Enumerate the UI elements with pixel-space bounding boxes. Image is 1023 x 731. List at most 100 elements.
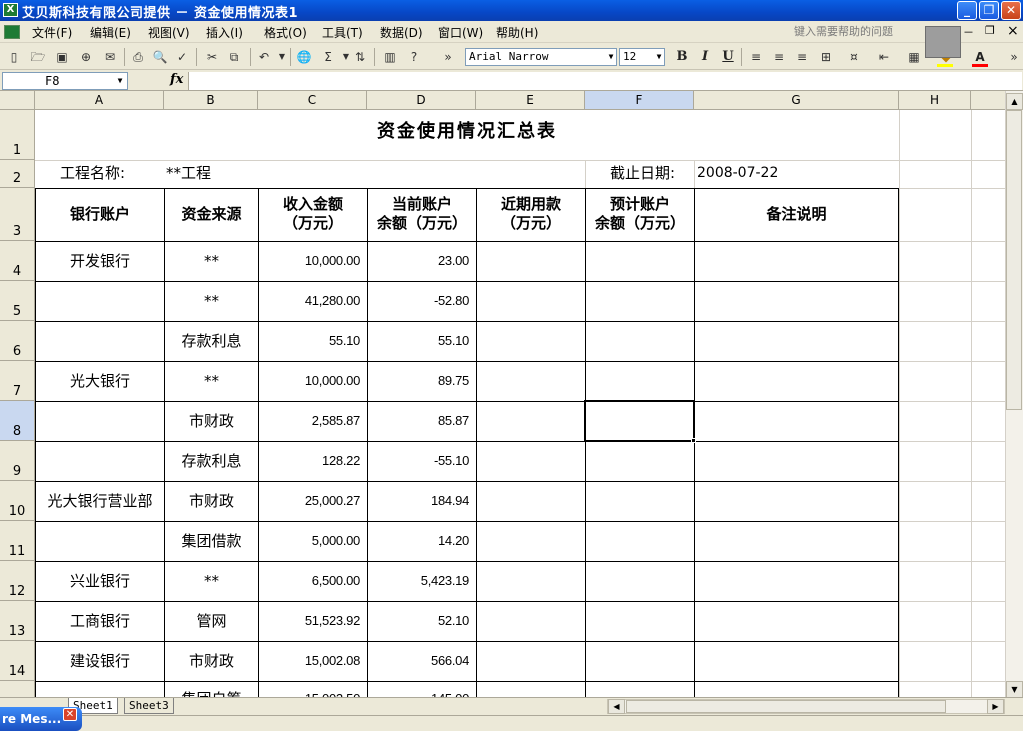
toolbar-more-icon[interactable]: »	[1006, 49, 1022, 65]
row-header-10[interactable]: 10	[0, 481, 35, 521]
name-box[interactable]: F8 ▼	[2, 72, 128, 90]
menu-window[interactable]: 窗口(W)	[438, 24, 483, 41]
font-size-select[interactable]: 12 ▼	[619, 48, 665, 66]
cell-balance[interactable]: 23.00	[368, 251, 469, 271]
help-search-input[interactable]: 键入需要帮助的问题	[791, 23, 911, 40]
cell-balance[interactable]: 14.20	[368, 531, 469, 551]
cell-source[interactable]: 市财政	[165, 491, 258, 511]
align-left-icon[interactable]: ≡	[748, 49, 764, 65]
sort-ascending-icon[interactable]: ⇅	[352, 49, 368, 65]
spelling-icon[interactable]: ✓	[174, 49, 190, 65]
cell-balance[interactable]: -52.80	[368, 291, 469, 311]
excel-app-icon[interactable]: X	[3, 3, 18, 17]
cell-source[interactable]: 市财政	[165, 651, 258, 671]
row-header-4[interactable]: 4	[0, 241, 35, 281]
fill-handle[interactable]	[691, 438, 696, 443]
undo-icon[interactable]: ↶	[256, 49, 272, 65]
tab-sheet3[interactable]: Sheet3	[124, 698, 174, 714]
menu-view[interactable]: 视图(V)	[148, 24, 190, 41]
cell-balance[interactable]: 52.10	[368, 611, 469, 631]
cell-source[interactable]: 市财政	[165, 411, 258, 431]
cell-income[interactable]: 10,000.00	[259, 251, 360, 271]
font-color-icon[interactable]: A	[972, 49, 988, 65]
autosum-icon[interactable]: Σ	[320, 49, 336, 65]
cell-source[interactable]: **	[165, 251, 258, 271]
row-header-2[interactable]: 2	[0, 160, 35, 188]
doc-close-button[interactable]: ×	[1007, 23, 1019, 39]
toolbar-more-icon[interactable]: »	[440, 49, 456, 65]
row-header-15[interactable]	[0, 681, 35, 697]
close-icon[interactable]: ✕	[63, 708, 77, 721]
currency-style-icon[interactable]: ¤	[846, 49, 862, 65]
cell-income[interactable]: 5,000.00	[259, 531, 361, 551]
menu-file[interactable]: 文件(F)	[32, 24, 72, 41]
insert-function-icon[interactable]: fx	[170, 72, 183, 87]
row-header-3[interactable]: 3	[0, 188, 35, 241]
horizontal-scroll-thumb[interactable]	[626, 700, 946, 713]
row-header-11[interactable]: 11	[0, 521, 35, 561]
cell-source[interactable]: 管网	[165, 611, 258, 631]
chevron-down-icon[interactable]: ▼	[115, 73, 125, 89]
save-icon[interactable]: ▣	[54, 49, 70, 65]
cell-balance[interactable]: 145.00	[368, 689, 469, 697]
column-header-e[interactable]: E	[476, 91, 585, 110]
cell-source[interactable]: 存款利息	[165, 451, 258, 471]
cell-bank[interactable]: 兴业银行	[36, 571, 164, 591]
row-header-13[interactable]: 13	[0, 601, 35, 641]
scroll-down-button[interactable]: ▼	[1006, 681, 1023, 698]
cell-income[interactable]: 55.10	[259, 331, 360, 351]
chart-wizard-icon[interactable]: ▥	[382, 49, 398, 65]
select-all-corner[interactable]	[0, 91, 35, 110]
minimize-button[interactable]: _	[957, 1, 977, 20]
cell-source[interactable]: **	[165, 571, 258, 591]
permission-icon[interactable]: ⊕	[78, 49, 94, 65]
excel-doc-icon[interactable]	[4, 25, 20, 39]
column-header-g[interactable]: G	[694, 91, 899, 110]
menu-insert[interactable]: 插入(I)	[206, 24, 243, 41]
cell-income[interactable]: 25,000.27	[259, 491, 360, 511]
cell-balance[interactable]: 89.75	[368, 371, 469, 391]
cell-income[interactable]: 51,523.92	[259, 611, 360, 631]
scroll-right-button[interactable]: ▶	[987, 699, 1004, 714]
column-header-d[interactable]: D	[367, 91, 476, 110]
borders-icon[interactable]: ▦	[906, 49, 922, 65]
doc-restore-button[interactable]: ❐	[985, 24, 995, 37]
cell-balance[interactable]: 184.94	[368, 491, 469, 511]
cell-bank[interactable]: 光大银行营业部	[36, 491, 164, 511]
column-header-c[interactable]: C	[258, 91, 367, 110]
cell-balance[interactable]: 5,423.19	[368, 571, 470, 591]
vertical-scroll-thumb[interactable]	[1006, 110, 1022, 410]
chevron-down-icon[interactable]: ▼	[606, 49, 616, 65]
underline-button[interactable]: U	[719, 49, 737, 65]
merge-center-icon[interactable]: ⊞	[818, 49, 834, 65]
copy-icon[interactable]: ⧉	[226, 49, 242, 65]
row-header-12[interactable]: 12	[0, 561, 35, 601]
row-header-8[interactable]: 8	[0, 401, 35, 441]
column-header-h[interactable]: H	[899, 91, 971, 110]
cell-income[interactable]: 6,500.00	[259, 571, 361, 591]
menu-edit[interactable]: 编辑(E)	[90, 24, 131, 41]
new-document-icon[interactable]: ▯	[6, 49, 22, 65]
cell-source[interactable]: 存款利息	[165, 331, 258, 351]
menu-help[interactable]: 帮助(H)	[496, 24, 538, 41]
selected-cell-f8[interactable]	[584, 400, 695, 442]
font-name-select[interactable]: Arial Narrow ▼	[465, 48, 617, 66]
row-header-6[interactable]: 6	[0, 321, 35, 361]
align-right-icon[interactable]: ≡	[794, 49, 810, 65]
chevron-down-icon[interactable]: ▼	[654, 49, 664, 65]
horizontal-scrollbar[interactable]: ◀ ▶	[607, 699, 1005, 714]
align-center-icon[interactable]: ≡	[771, 49, 787, 65]
undo-dropdown-icon[interactable]: ▼	[274, 49, 290, 65]
cell-bank[interactable]: 工商银行	[36, 611, 164, 631]
row-header-5[interactable]: 5	[0, 281, 35, 321]
open-folder-icon[interactable]: 🗁	[30, 49, 46, 65]
decrease-indent-icon[interactable]: ⇤	[876, 49, 892, 65]
cell-income[interactable]: 41,280.00	[259, 291, 360, 311]
cell-source[interactable]: **	[165, 371, 258, 391]
email-icon[interactable]: ✉	[102, 49, 118, 65]
column-header-f[interactable]: F	[585, 91, 694, 110]
bold-button[interactable]: B	[673, 49, 691, 65]
row-header-1[interactable]: 1	[0, 110, 35, 160]
print-icon[interactable]: ⎙	[130, 49, 146, 65]
hyperlink-icon[interactable]: 🌐	[296, 49, 312, 65]
